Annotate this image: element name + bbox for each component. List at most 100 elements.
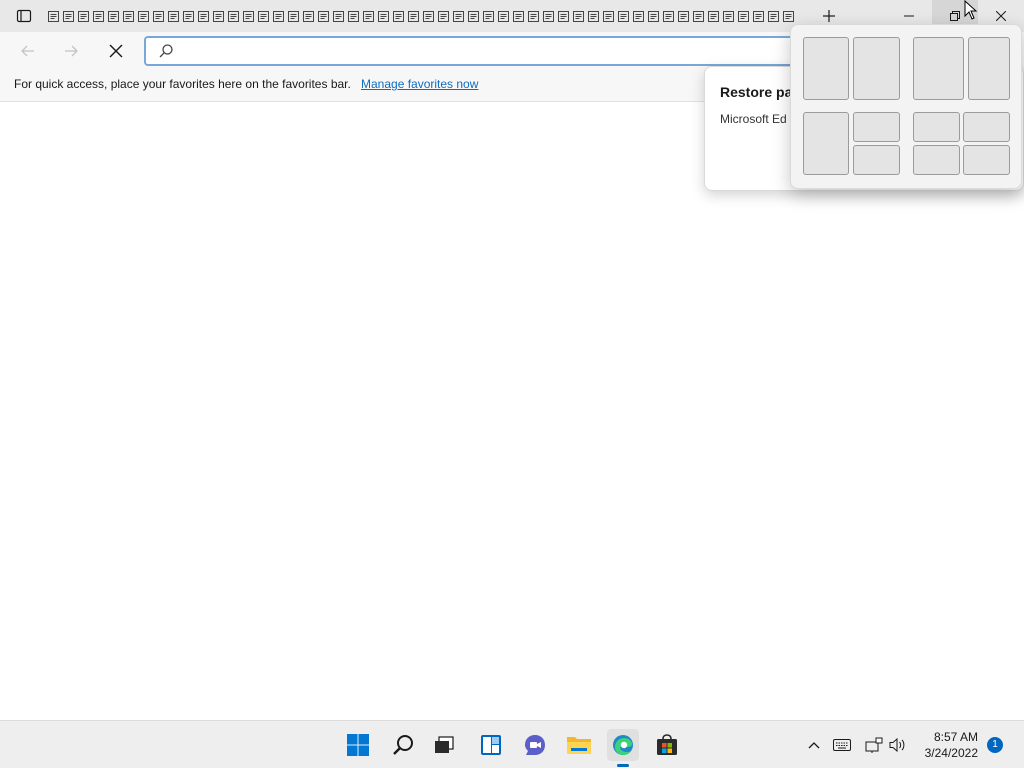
stop-loading-button[interactable] xyxy=(100,36,132,66)
browser-tab[interactable] xyxy=(436,6,451,26)
microsoft-store-button[interactable] xyxy=(651,729,683,761)
notification-badge[interactable]: 1 xyxy=(987,737,1003,753)
snap-zone-grid-top-right[interactable] xyxy=(963,112,1010,142)
arrow-right-icon xyxy=(65,45,78,57)
speaker-icon xyxy=(889,737,905,753)
browser-tab[interactable] xyxy=(241,6,256,26)
edge-button[interactable] xyxy=(607,729,639,761)
page-icon xyxy=(468,10,479,22)
browser-tab[interactable] xyxy=(571,6,586,26)
input-keyboard-button[interactable] xyxy=(832,733,852,757)
manage-favorites-link[interactable]: Manage favorites now xyxy=(361,77,478,91)
tab-strip xyxy=(46,6,798,26)
browser-tab[interactable] xyxy=(511,6,526,26)
browser-tab[interactable] xyxy=(211,6,226,26)
browser-tab[interactable] xyxy=(151,6,166,26)
browser-tab[interactable] xyxy=(421,6,436,26)
browser-tab[interactable] xyxy=(691,6,706,26)
clock-time: 8:57 AM xyxy=(933,730,978,744)
browser-tab[interactable] xyxy=(586,6,601,26)
browser-tab[interactable] xyxy=(61,6,76,26)
browser-tab[interactable] xyxy=(166,6,181,26)
page-icon xyxy=(678,10,689,22)
widgets-button[interactable] xyxy=(475,729,507,761)
browser-tab[interactable] xyxy=(661,6,676,26)
browser-tab[interactable] xyxy=(136,6,151,26)
snap-zone-three-left[interactable] xyxy=(803,112,849,175)
browser-tab[interactable] xyxy=(286,6,301,26)
browser-tab[interactable] xyxy=(676,6,691,26)
browser-tab[interactable] xyxy=(601,6,616,26)
snap-zone-three-bottom-right[interactable] xyxy=(853,145,900,175)
snap-zone-two-equal-right[interactable] xyxy=(853,37,900,100)
search-icon xyxy=(158,43,174,64)
browser-tab[interactable] xyxy=(631,6,646,26)
favorites-bar-message: For quick access, place your favorites h… xyxy=(14,77,351,91)
browser-tab[interactable] xyxy=(316,6,331,26)
browser-tab[interactable] xyxy=(556,6,571,26)
browser-tab[interactable] xyxy=(496,6,511,26)
browser-tab[interactable] xyxy=(121,6,136,26)
snap-zone-grid-top-left[interactable] xyxy=(913,112,960,142)
browser-tab[interactable] xyxy=(391,6,406,26)
snap-zone-two-equal-left[interactable] xyxy=(803,37,849,100)
browser-tab[interactable] xyxy=(721,6,736,26)
browser-tab[interactable] xyxy=(451,6,466,26)
network-button[interactable] xyxy=(864,733,884,757)
browser-tab[interactable] xyxy=(301,6,316,26)
address-bar[interactable] xyxy=(144,36,844,66)
snap-layouts-flyout xyxy=(790,24,1022,189)
clock-button[interactable]: 8:57 AM 3/24/2022 xyxy=(918,729,978,761)
folder-icon xyxy=(567,737,591,754)
snap-zone-three-top-right[interactable] xyxy=(853,112,900,142)
page-icon xyxy=(633,10,644,22)
start-button[interactable] xyxy=(342,729,374,761)
browser-tab[interactable] xyxy=(376,6,391,26)
tab-actions-menu-button[interactable] xyxy=(8,4,40,28)
store-icon xyxy=(657,734,677,755)
browser-tab[interactable] xyxy=(481,6,496,26)
chat-button[interactable] xyxy=(519,729,551,761)
browser-tab[interactable] xyxy=(46,6,61,26)
forward-button[interactable] xyxy=(55,36,87,66)
browser-tab[interactable] xyxy=(346,6,361,26)
browser-tab[interactable] xyxy=(766,6,781,26)
browser-tab[interactable] xyxy=(646,6,661,26)
browser-tab[interactable] xyxy=(181,6,196,26)
browser-tab[interactable] xyxy=(196,6,211,26)
browser-tab[interactable] xyxy=(271,6,286,26)
edge-icon xyxy=(613,735,633,755)
page-icon xyxy=(768,10,779,22)
search-button[interactable] xyxy=(387,729,419,761)
page-icon xyxy=(498,10,509,22)
snap-zone-grid-bottom-left[interactable] xyxy=(913,145,960,175)
browser-tab[interactable] xyxy=(406,6,421,26)
browser-tab[interactable] xyxy=(781,6,796,26)
browser-tab[interactable] xyxy=(226,6,241,26)
file-explorer-button[interactable] xyxy=(563,729,595,761)
back-button[interactable] xyxy=(12,36,44,66)
page-icon xyxy=(723,10,734,22)
browser-tab[interactable] xyxy=(526,6,541,26)
browser-tab[interactable] xyxy=(256,6,271,26)
show-hidden-icons-button[interactable] xyxy=(806,733,822,757)
browser-tab[interactable] xyxy=(361,6,376,26)
snap-zone-wide-left[interactable] xyxy=(913,37,964,100)
browser-tab[interactable] xyxy=(91,6,106,26)
browser-tab[interactable] xyxy=(751,6,766,26)
page-icon xyxy=(618,10,629,22)
browser-tab[interactable] xyxy=(76,6,91,26)
browser-tab[interactable] xyxy=(541,6,556,26)
task-view-button[interactable] xyxy=(428,729,460,761)
browser-tab[interactable] xyxy=(706,6,721,26)
browser-tab[interactable] xyxy=(466,6,481,26)
snap-zone-grid-bottom-right[interactable] xyxy=(963,145,1010,175)
volume-button[interactable] xyxy=(888,733,908,757)
snap-zone-narrow-right[interactable] xyxy=(968,37,1010,100)
page-icon xyxy=(78,10,89,22)
browser-tab[interactable] xyxy=(736,6,751,26)
browser-tab[interactable] xyxy=(106,6,121,26)
browser-tab[interactable] xyxy=(331,6,346,26)
page-icon xyxy=(123,10,134,22)
browser-tab[interactable] xyxy=(616,6,631,26)
